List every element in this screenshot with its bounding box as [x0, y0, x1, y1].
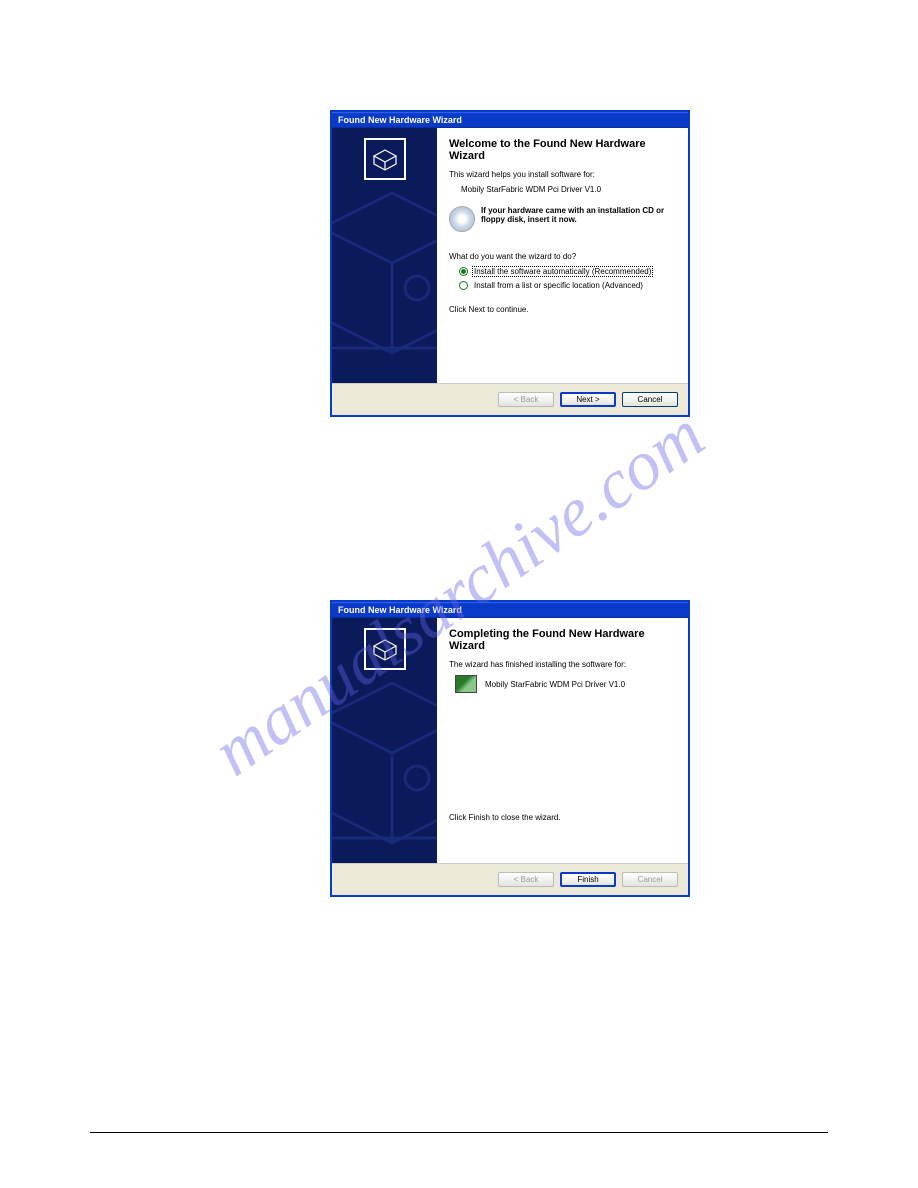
- driver-name: Mobily StarFabric WDM Pci Driver V1.0: [449, 185, 676, 194]
- titlebar[interactable]: Found New Hardware Wizard: [332, 602, 688, 618]
- wizard-icon: [364, 138, 406, 180]
- wizard-desc: This wizard helps you install software f…: [449, 170, 676, 179]
- wizard-desc: The wizard has finished installing the s…: [449, 660, 676, 669]
- radio-advanced-install-label[interactable]: Install from a list or specific location…: [472, 280, 645, 291]
- button-row: < Back Next > Cancel: [332, 383, 688, 415]
- found-new-hardware-dialog-welcome: Found New Hardware Wizard Welcome to the…: [330, 110, 690, 417]
- button-row: < Back Finish Cancel: [332, 863, 688, 895]
- wizard-icon: [364, 628, 406, 670]
- finish-button[interactable]: Finish: [560, 872, 616, 887]
- footer-divider: [90, 1132, 828, 1133]
- continue-text: Click Finish to close the wizard.: [449, 813, 676, 822]
- hardware-chip-icon: [455, 675, 477, 693]
- wizard-sidebar: [332, 128, 437, 383]
- found-new-hardware-dialog-complete: Found New Hardware Wizard Completing the…: [330, 600, 690, 897]
- next-button[interactable]: Next >: [560, 392, 616, 407]
- cd-instruction: If your hardware came with an installati…: [481, 206, 676, 224]
- radio-auto-install-label[interactable]: Install the software automatically (Reco…: [472, 266, 653, 277]
- wizard-sidebar: [332, 618, 437, 863]
- wizard-content: Welcome to the Found New Hardware Wizard…: [437, 128, 688, 383]
- back-button: < Back: [498, 392, 554, 407]
- cd-icon: [449, 206, 475, 232]
- wizard-heading: Completing the Found New Hardware Wizard: [449, 628, 676, 652]
- radio-advanced-install[interactable]: [459, 281, 468, 290]
- driver-name: Mobily StarFabric WDM Pci Driver V1.0: [485, 680, 625, 689]
- cancel-button[interactable]: Cancel: [622, 392, 678, 407]
- radio-auto-install[interactable]: [459, 267, 468, 276]
- cancel-button: Cancel: [622, 872, 678, 887]
- wizard-heading: Welcome to the Found New Hardware Wizard: [449, 138, 676, 162]
- back-button: < Back: [498, 872, 554, 887]
- titlebar[interactable]: Found New Hardware Wizard: [332, 112, 688, 128]
- wizard-question: What do you want the wizard to do?: [449, 252, 676, 261]
- continue-text: Click Next to continue.: [449, 305, 676, 314]
- wizard-content: Completing the Found New Hardware Wizard…: [437, 618, 688, 863]
